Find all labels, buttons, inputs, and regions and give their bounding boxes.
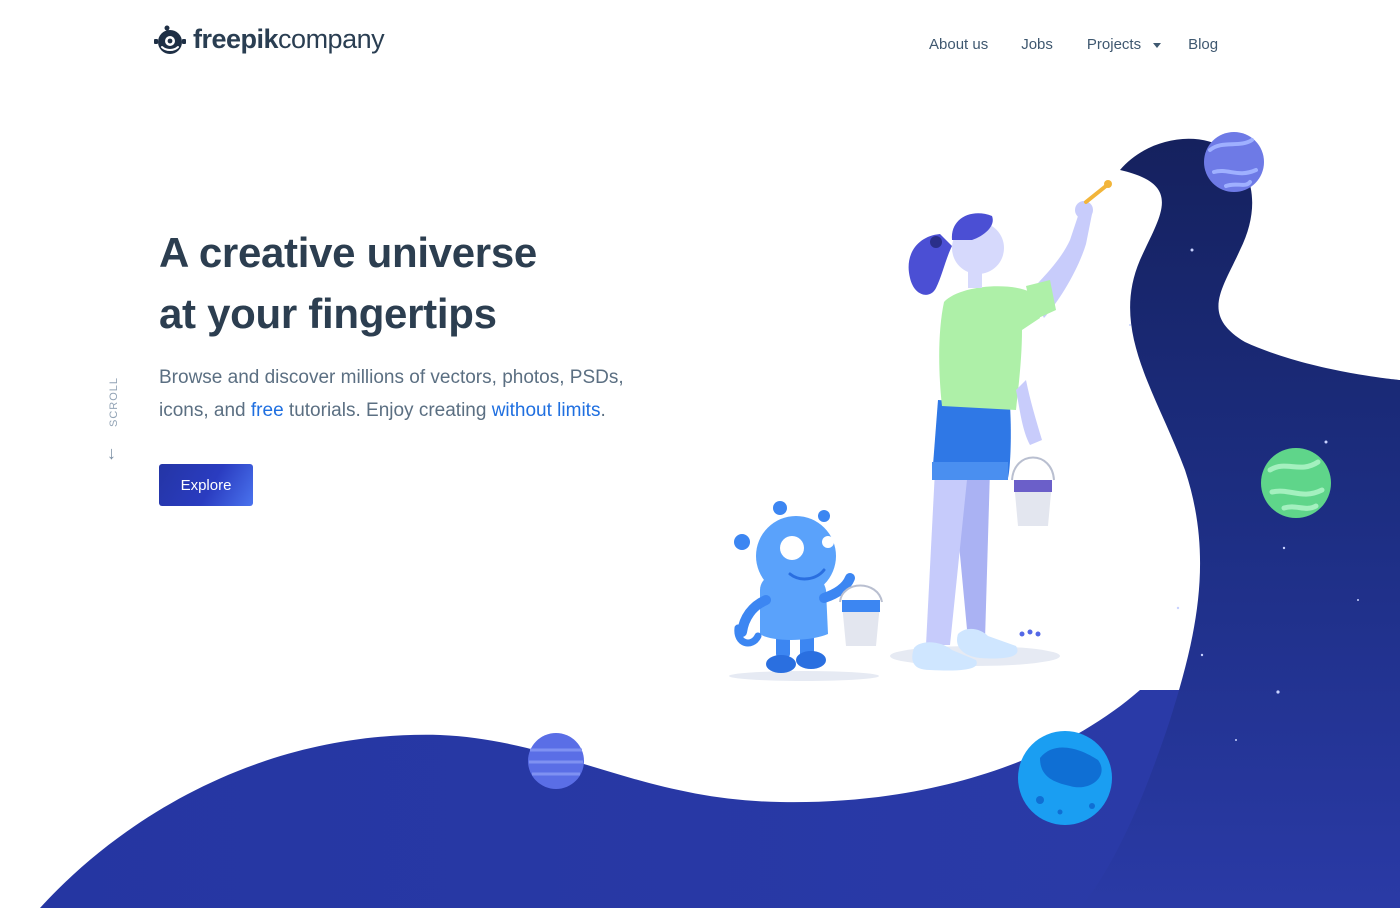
paint-dots: [1019, 629, 1041, 637]
without-limits-link[interactable]: without limits: [492, 400, 601, 421]
nav-projects[interactable]: Projects: [1086, 36, 1162, 53]
subtitle-text-2: tutorials. Enjoy creating: [283, 400, 492, 421]
freepik-company-logo[interactable]: freepikcompany: [153, 24, 385, 55]
planet-green: [1261, 448, 1331, 518]
subtitle-text-1: icons, and: [159, 400, 251, 421]
planet-blue: [1018, 731, 1112, 825]
robot-shadow: [729, 671, 879, 681]
hero-title-line-1: A creative universe: [159, 229, 537, 276]
hero-illustration: [40, 132, 1400, 908]
nav-jobs[interactable]: Jobs: [1021, 36, 1053, 53]
logo-wordmark: freepikcompany: [193, 24, 385, 54]
explore-button[interactable]: Explore: [159, 464, 253, 506]
free-link[interactable]: free: [251, 400, 284, 421]
robot-with-bucket: [734, 501, 883, 673]
girl-painting: [908, 180, 1112, 671]
planet-purple-bottom: [528, 733, 584, 789]
arrow-down-icon: ↓: [107, 443, 116, 463]
page: freepikcompany About us Jobs Projects Bl…: [0, 0, 1400, 908]
nav-about-us[interactable]: About us: [929, 36, 988, 53]
hero-subtitle-line-2: icons, and free tutorials. Enjoy creatin…: [159, 394, 699, 427]
scroll-label: SCROLL: [108, 376, 120, 428]
freepik-robot-logo-icon: [154, 25, 186, 54]
nav-blog[interactable]: Blog: [1188, 36, 1218, 53]
planet-purple-top: [1204, 132, 1264, 192]
hero-title: A creative universe at your fingertips: [159, 222, 719, 344]
scroll-indicator[interactable]: SCROLL ↓: [102, 376, 126, 468]
caret-down-icon: [1153, 42, 1162, 48]
nav-projects-label: Projects: [1086, 36, 1142, 53]
hero-title-line-2: at your fingertips: [159, 290, 497, 337]
hero-subtitle-line-1: Browse and discover millions of vectors,…: [159, 367, 624, 388]
main-nav: About us Jobs Projects Blog: [929, 36, 1218, 53]
subtitle-text-3: .: [600, 400, 606, 421]
hero-subtitle: Browse and discover millions of vectors,…: [159, 361, 699, 427]
